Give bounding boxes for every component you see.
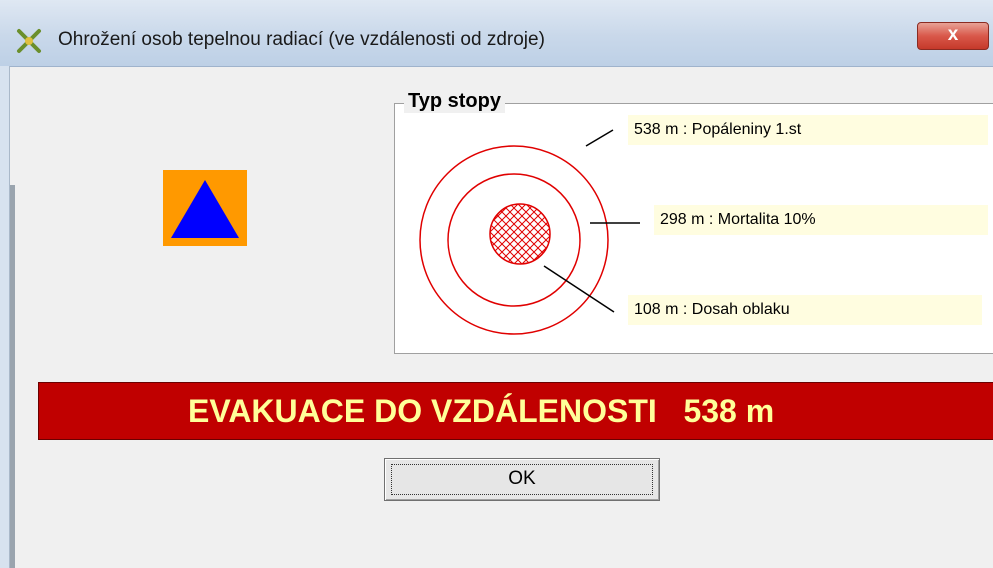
evacuation-text: EVAKUACE DO VZDÁLENOSTI 538 m xyxy=(188,393,775,429)
label-mortality: 298 m : Mortalita 10% xyxy=(654,205,988,235)
window-frame-left xyxy=(0,66,9,568)
window-frame-shadow xyxy=(10,185,15,568)
ok-button[interactable]: OK xyxy=(384,458,660,501)
close-icon: x xyxy=(947,24,959,45)
close-button[interactable]: x xyxy=(917,22,989,50)
window-title: Ohrožení osob tepelnou radiací (ve vzdál… xyxy=(58,29,545,50)
label-cloud-reach: 108 m : Dosah oblaku xyxy=(628,295,982,325)
title-bar[interactable]: Ohrožení osob tepelnou radiací (ve vzdál… xyxy=(0,0,993,67)
leader-line-3 xyxy=(543,265,615,313)
leader-line-1 xyxy=(585,129,614,147)
hazard-triangle-icon xyxy=(163,170,247,246)
label-burns: 538 m : Popáleniny 1.st xyxy=(628,115,988,145)
cloud-reach-circle xyxy=(489,203,551,265)
app-icon xyxy=(17,29,41,53)
dialog-window: Ohrožení osob tepelnou radiací (ve vzdál… xyxy=(0,0,993,568)
ok-button-label: OK xyxy=(508,468,536,489)
